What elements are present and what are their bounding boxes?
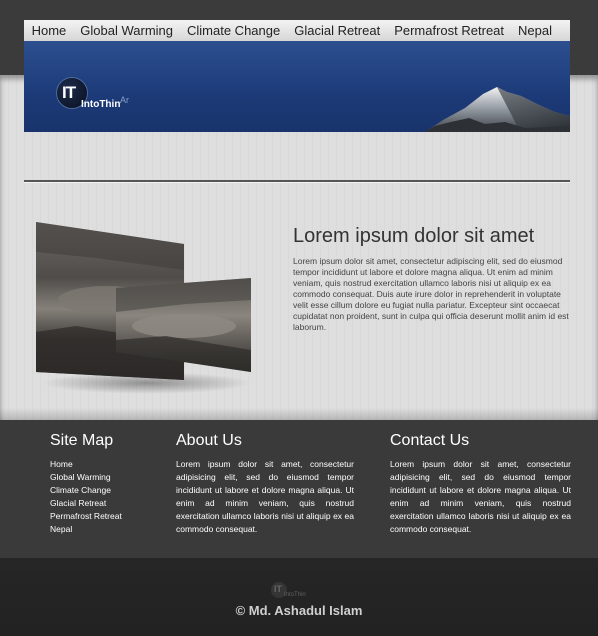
nav-glacial-retreat[interactable]: Glacial Retreat (294, 23, 380, 38)
sitemap-link-climate-change[interactable]: Climate Change (50, 484, 160, 497)
logo-text: IntoThin (81, 99, 121, 110)
photo-composite (36, 222, 251, 380)
about-body: Lorem ipsum dolor sit amet, consectetur … (176, 459, 354, 534)
article-body: Lorem ipsum dolor sit amet, consectetur … (293, 256, 569, 332)
contact-title: Contact Us (390, 432, 470, 449)
footer-about: About Us Lorem ipsum dolor sit amet, con… (176, 432, 354, 536)
nav-home[interactable]: Home (32, 23, 67, 38)
sitemap-link-global-warming[interactable]: Global Warming (50, 471, 160, 484)
copyright-text: © Md. Ashadul Islam (235, 603, 363, 618)
sitemap-link-home[interactable]: Home (50, 458, 160, 471)
main-article: Lorem ipsum dolor sit amet Lorem ipsum d… (293, 225, 570, 333)
sitemap-link-nepal[interactable]: Nepal (50, 523, 160, 536)
article-title: Lorem ipsum dolor sit amet (293, 225, 535, 247)
footer-contact: Contact Us Lorem ipsum dolor sit amet, c… (390, 432, 571, 536)
nav-climate-change[interactable]: Climate Change (187, 23, 280, 38)
contact-body: Lorem ipsum dolor sit amet, consectetur … (390, 459, 571, 534)
content-divider (24, 180, 570, 182)
site-logo[interactable]: IT IntoThin Ar (56, 77, 146, 117)
content-bottom-shade (0, 408, 598, 420)
footer-logo-mark: IT (274, 584, 282, 594)
nav-permafrost-retreat[interactable]: Permafrost Retreat (394, 23, 504, 38)
logo-mark: IT (62, 83, 76, 102)
main-nav: Home Global Warming Climate Change Glaci… (24, 20, 570, 41)
sitemap-list: Home Global Warming Climate Change Glaci… (50, 458, 160, 536)
nav-global-warming[interactable]: Global Warming (80, 23, 173, 38)
sitemap-link-permafrost-retreat[interactable]: Permafrost Retreat (50, 510, 160, 523)
glacial-lake-photo (36, 222, 256, 402)
header-banner: IT IntoThin Ar (24, 41, 570, 132)
sitemap-title: Site Map (50, 432, 114, 449)
footer-sitemap: Site Map Home Global Warming Climate Cha… (50, 432, 160, 536)
about-title: About Us (176, 432, 242, 449)
footer-logo-text: IntoThin (284, 592, 306, 598)
nav-nepal[interactable]: Nepal (518, 23, 552, 38)
footer-logo: IT IntoThin (271, 582, 331, 602)
mountain-image (425, 87, 570, 132)
logo-suffix: Ar (120, 95, 129, 105)
sitemap-link-glacial-retreat[interactable]: Glacial Retreat (50, 497, 160, 510)
